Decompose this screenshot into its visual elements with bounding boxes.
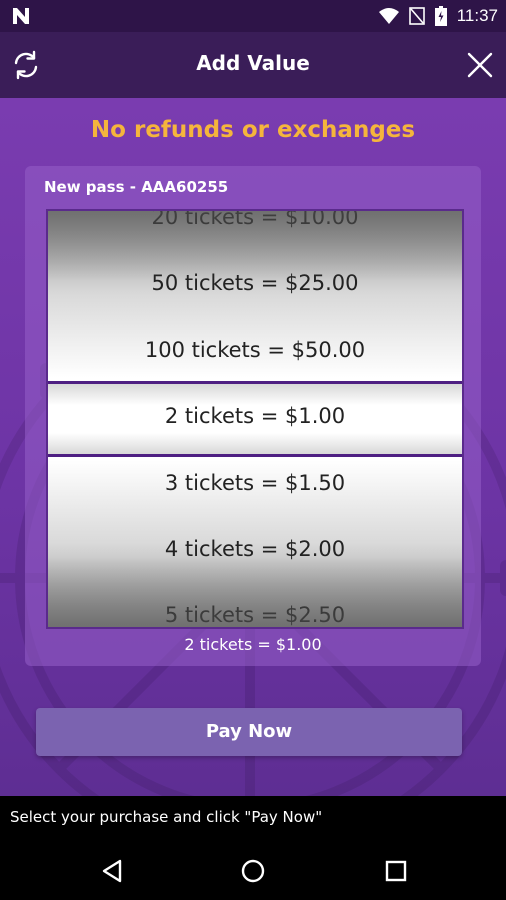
recents-icon[interactable] <box>382 857 410 885</box>
picker-option-selected[interactable]: 2 tickets = $1.00 <box>48 401 462 431</box>
wifi-icon <box>378 8 399 24</box>
back-icon[interactable] <box>98 857 126 885</box>
instruction-text: Select your purchase and click "Pay Now" <box>10 808 323 826</box>
page-title: Add Value <box>196 51 310 75</box>
system-nav-bar <box>0 840 506 900</box>
status-icons: 11:37 <box>378 0 498 32</box>
notification-n-icon <box>13 8 29 24</box>
picker-option[interactable]: 50 tickets = $25.00 <box>48 268 462 298</box>
status-bar: 11:37 <box>0 0 506 32</box>
purchase-card: New pass - AAA60255 20 tickets = $10.00 … <box>25 166 481 666</box>
home-icon[interactable] <box>239 857 267 885</box>
instruction-bar: Select your purchase and click "Pay Now" <box>0 796 506 840</box>
no-refunds-notice: No refunds or exchanges <box>90 117 416 143</box>
battery-icon <box>434 6 447 26</box>
content-area: No refunds or exchanges New pass - AAA60… <box>0 98 506 796</box>
selected-summary: 2 tickets = $1.00 <box>184 635 322 654</box>
picker-option[interactable]: 20 tickets = $10.00 <box>48 211 462 232</box>
pass-label: New pass - AAA60255 <box>44 178 229 196</box>
picker-option[interactable]: 3 tickets = $1.50 <box>48 468 462 498</box>
picker-option[interactable]: 100 tickets = $50.00 <box>48 335 462 365</box>
app-bar: Add Value <box>0 32 506 98</box>
ticket-picker[interactable]: 20 tickets = $10.00 50 tickets = $25.00 … <box>46 209 464 629</box>
picker-option[interactable]: 4 tickets = $2.00 <box>48 534 462 564</box>
picker-option[interactable]: 5 tickets = $2.50 <box>48 600 462 627</box>
close-icon[interactable] <box>466 51 494 79</box>
no-sim-icon <box>408 7 425 25</box>
pay-now-button[interactable]: Pay Now <box>36 708 462 756</box>
status-time: 11:37 <box>456 6 498 25</box>
